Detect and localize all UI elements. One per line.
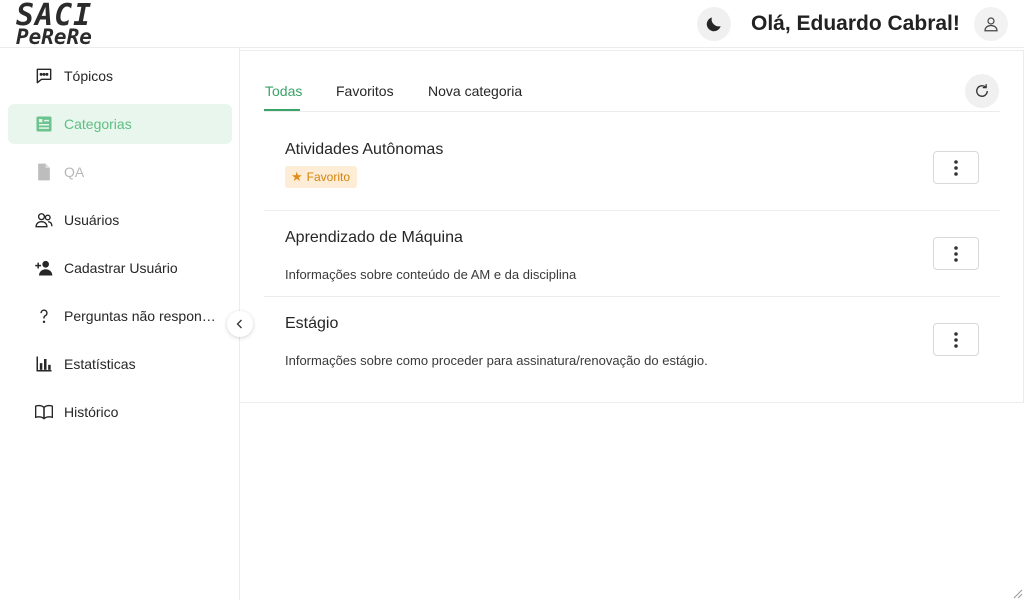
users-icon <box>34 210 54 230</box>
category-row: Aprendizado de Máquina Informações sobre… <box>264 211 1000 297</box>
user-add-icon <box>34 258 54 278</box>
star-icon: ★ <box>291 169 303 184</box>
category-description: Informações sobre como proceder para ass… <box>285 353 708 368</box>
chevron-left-icon <box>236 319 242 329</box>
sidebar: Tópicos Categorias QA Usuários Cadastrar… <box>0 48 240 600</box>
chat-icon <box>34 66 54 86</box>
sidebar-item-estatisticas[interactable]: Estatísticas <box>8 344 232 384</box>
category-row: Atividades Autônomas ★ Favorito <box>264 113 1000 211</box>
sidebar-item-label: Cadastrar Usuário <box>64 260 178 276</box>
category-title[interactable]: Atividades Autônomas <box>285 141 443 159</box>
categories-card: Todas Favoritos Nova categoria Atividade… <box>240 50 1024 403</box>
resize-grip-icon[interactable] <box>1011 587 1023 599</box>
file-icon <box>34 162 54 182</box>
book-icon <box>34 402 54 422</box>
tab-todas[interactable]: Todas <box>265 83 302 99</box>
refresh-icon <box>976 84 988 97</box>
category-more-button[interactable] <box>933 151 979 184</box>
category-title[interactable]: Estágio <box>285 315 338 333</box>
sidebar-item-label: QA <box>64 164 85 180</box>
sidebar-item-categorias[interactable]: Categorias <box>8 104 232 144</box>
active-tab-indicator <box>264 109 300 111</box>
sidebar-item-label: Categorias <box>64 116 132 132</box>
more-vertical-icon <box>954 245 958 262</box>
question-icon <box>34 306 54 326</box>
category-more-button[interactable] <box>933 237 979 270</box>
sidebar-item-historico[interactable]: Histórico <box>8 392 232 432</box>
sidebar-item-qa[interactable]: QA <box>8 152 232 192</box>
theme-toggle-button[interactable] <box>697 7 731 41</box>
sidebar-item-cadastrar-usuario[interactable]: Cadastrar Usuário <box>8 248 232 288</box>
sidebar-item-label: Histórico <box>64 404 119 420</box>
app-logo[interactable]: SACI PeReRe <box>16 0 92 48</box>
category-more-button[interactable] <box>933 323 979 356</box>
tab-favoritos[interactable]: Favoritos <box>336 83 394 99</box>
app-header: SACI PeReRe Olá, Eduardo Cabral! <box>0 0 1024 48</box>
category-title[interactable]: Aprendizado de Máquina <box>285 229 463 247</box>
bar-chart-icon <box>34 354 54 374</box>
sidebar-item-perguntas-nao-respondidas[interactable]: Perguntas não respondidas <box>8 296 232 336</box>
user-icon <box>984 17 998 32</box>
list-icon <box>34 114 54 134</box>
sidebar-item-topicos[interactable]: Tópicos <box>8 56 232 96</box>
tab-nova-categoria[interactable]: Nova categoria <box>428 83 522 99</box>
more-vertical-icon <box>954 331 958 348</box>
user-menu-button[interactable] <box>974 7 1008 41</box>
category-tabs: Todas Favoritos Nova categoria <box>264 75 1000 112</box>
sidebar-collapse-button[interactable] <box>227 311 253 337</box>
sidebar-item-label: Perguntas não respondidas <box>64 308 220 324</box>
sidebar-item-label: Tópicos <box>64 68 114 84</box>
favorite-badge: ★ Favorito <box>285 166 358 188</box>
user-greeting: Olá, Eduardo Cabral! <box>751 12 960 35</box>
category-description: Informações sobre conteúdo de AM e da di… <box>285 267 577 282</box>
sidebar-item-usuarios[interactable]: Usuários <box>8 200 232 240</box>
sidebar-item-label: Usuários <box>64 212 120 228</box>
more-vertical-icon <box>954 159 958 176</box>
sidebar-item-label: Estatísticas <box>64 356 136 372</box>
moon-icon <box>706 17 721 32</box>
favorite-badge-label: Favorito <box>306 170 351 184</box>
category-row: Estágio Informações sobre como proceder … <box>264 297 1000 383</box>
refresh-button[interactable] <box>965 74 999 108</box>
logo-line-2: PeReRe <box>16 25 92 49</box>
